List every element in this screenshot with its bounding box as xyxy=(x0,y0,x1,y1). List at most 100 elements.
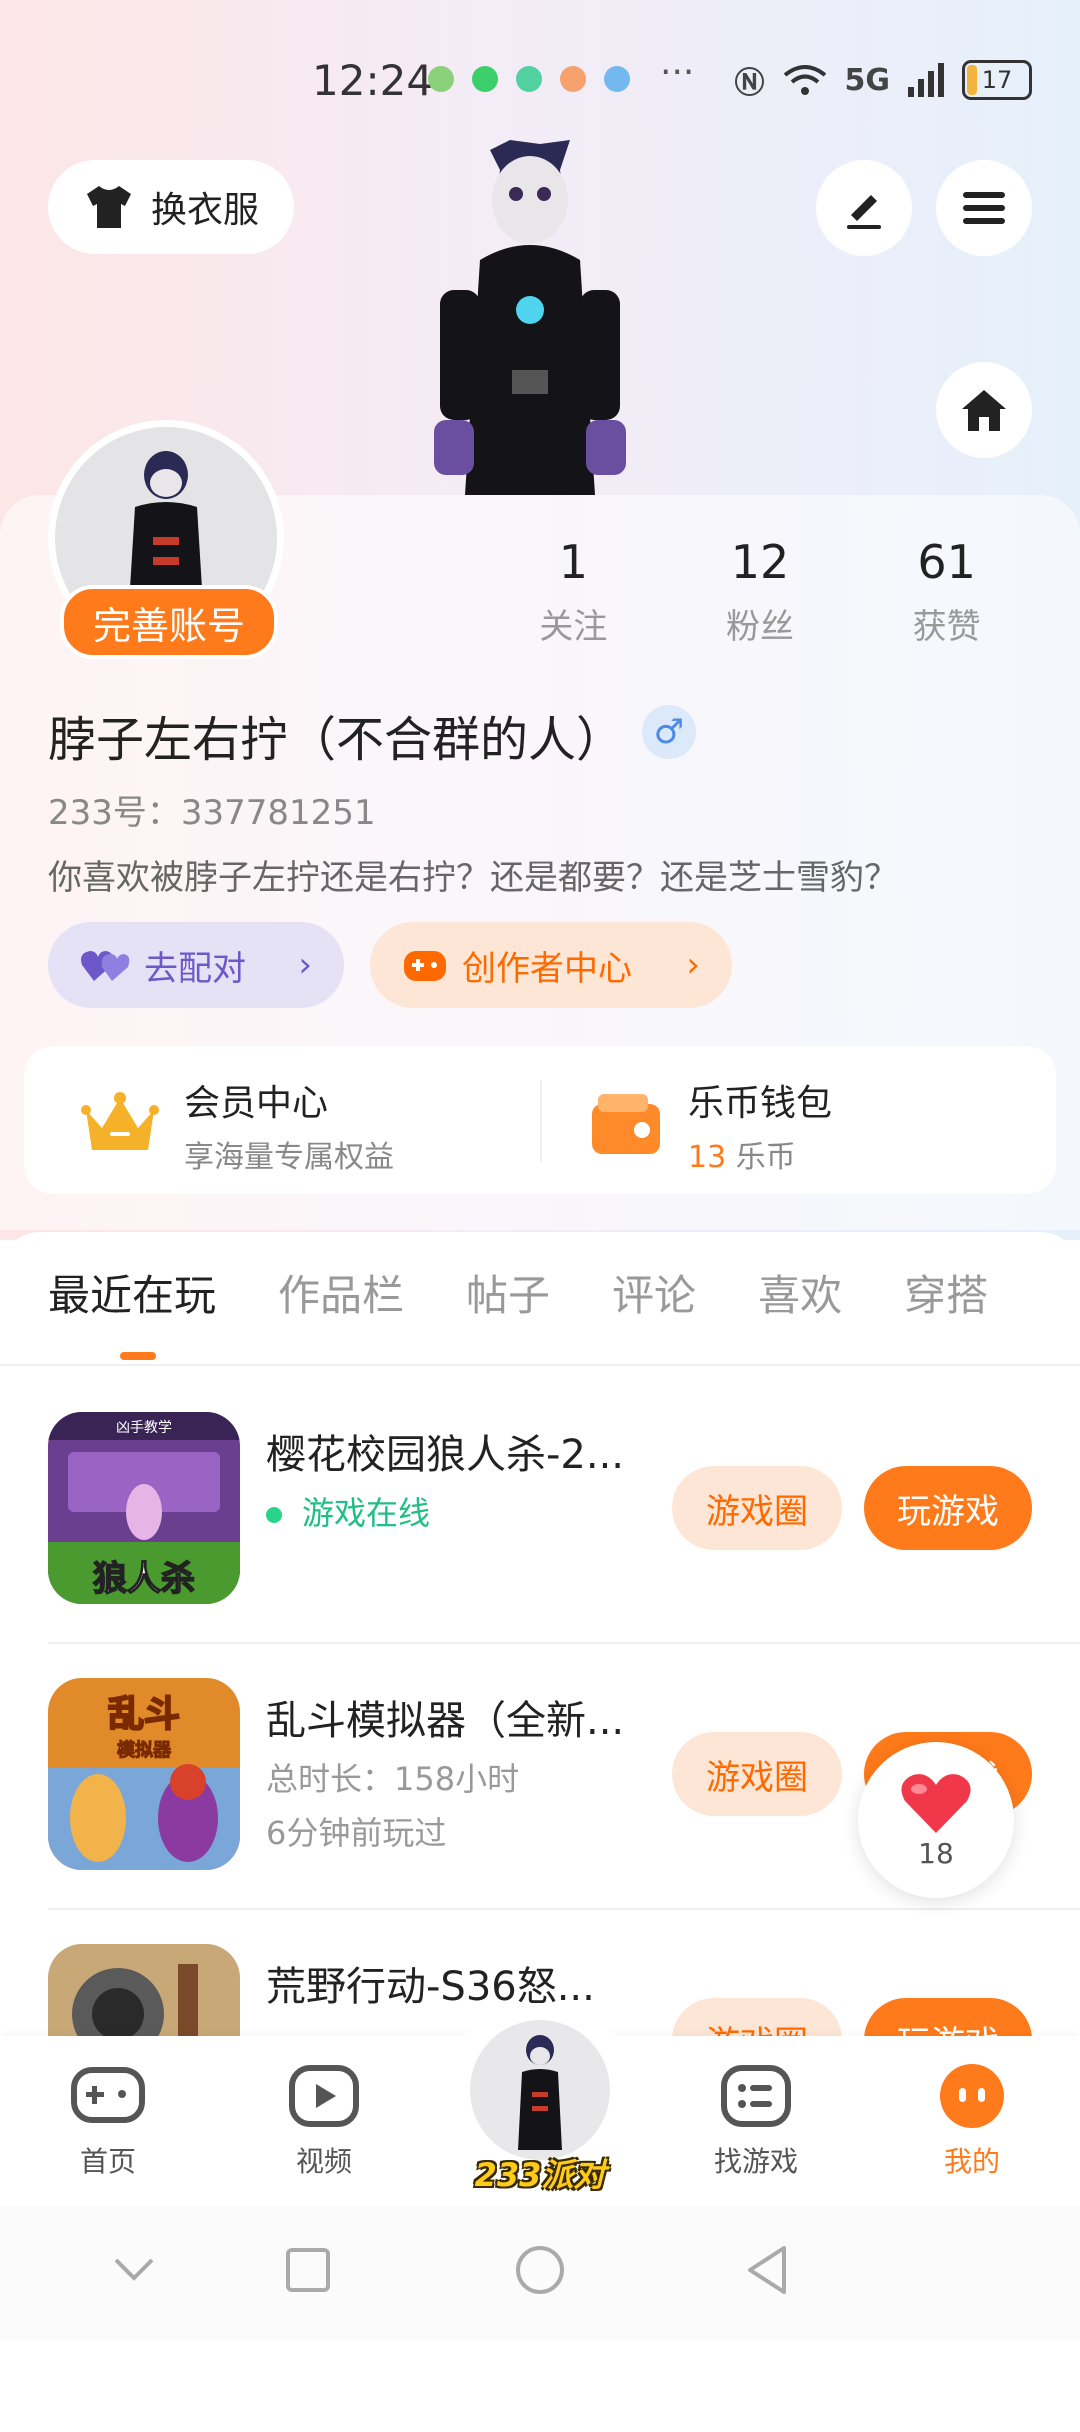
following-label: 关注 xyxy=(539,607,608,647)
wallet-entry[interactable]: 乐币钱包 13 乐币 xyxy=(588,1074,832,1176)
user-id: 233号：337781251 xyxy=(48,793,376,833)
thumb-header-text: 凶手教学 xyxy=(116,1420,172,1436)
game-thumbnail: 凶手教学 狼人杀 xyxy=(48,1412,240,1604)
male-gender-icon: ♂ xyxy=(642,705,696,759)
play-game-button[interactable]: 玩游戏 xyxy=(864,1466,1032,1550)
game-total-duration: 总时长：158小时 xyxy=(266,1760,520,1798)
nav-mine[interactable]: 我的 xyxy=(902,2064,1042,2180)
member-center-title: 会员中心 xyxy=(184,1083,329,1124)
change-outfit-button[interactable]: 换衣服 xyxy=(48,160,294,254)
creator-center-label: 创作者中心 xyxy=(462,948,632,989)
tab-recent-play[interactable]: 最近在玩 xyxy=(48,1262,216,1323)
battery-icon: 17 xyxy=(962,60,1032,100)
tab-works[interactable]: 作品栏 xyxy=(278,1262,404,1323)
likes-label: 获赞 xyxy=(912,607,981,647)
floating-like-button[interactable]: 18 xyxy=(858,1742,1014,1898)
pair-button[interactable]: 去配对 › xyxy=(48,922,344,1008)
active-tab-indicator xyxy=(120,1352,156,1360)
nav-mine-label: 我的 xyxy=(943,2145,1000,2178)
following-count: 1 xyxy=(558,535,588,589)
app-notification-icon xyxy=(428,66,454,92)
chevron-right-icon: › xyxy=(686,945,700,985)
likes-stat[interactable]: 61 获赞 xyxy=(853,535,1040,648)
nav-home[interactable]: 首页 xyxy=(38,2064,178,2180)
network-type: 5G xyxy=(844,62,891,98)
pencil-icon xyxy=(847,195,881,229)
nav-find-games-label: 找游戏 xyxy=(713,2145,798,2178)
chevron-down-icon[interactable] xyxy=(112,2256,156,2282)
menu-button[interactable] xyxy=(936,160,1032,256)
bottom-navigation: 首页 视频 233派对 找游戏 我的 xyxy=(0,2008,1080,2208)
edit-profile-button[interactable] xyxy=(816,160,912,256)
followers-stat[interactable]: 12 粉丝 xyxy=(667,535,854,648)
user-bio: 你喜欢被脖子左拧还是右拧？还是都要？还是芝士雪豹？ xyxy=(48,858,898,898)
gamepad-icon xyxy=(71,2067,145,2123)
profile-tabs: 最近在玩 作品栏 帖子 评论 喜欢 穿搭 xyxy=(48,1262,988,1323)
recents-square-icon[interactable] xyxy=(284,2246,332,2294)
nav-find-games[interactable]: 找游戏 xyxy=(686,2064,826,2180)
change-outfit-label: 换衣服 xyxy=(150,190,259,231)
party-avatar-image xyxy=(518,2035,562,2150)
game-last-played: 6分钟前玩过 xyxy=(266,1814,447,1852)
tab-likes[interactable]: 喜欢 xyxy=(758,1262,842,1323)
double-heart-icon xyxy=(81,951,130,981)
vip-wallet-card: 会员中心 享海量专属权益 乐币钱包 13 乐币 xyxy=(24,1046,1056,1194)
gamepad-plus-icon xyxy=(404,951,446,981)
following-stat[interactable]: 1 关注 xyxy=(480,535,667,648)
followers-count: 12 xyxy=(730,535,790,589)
crown-icon xyxy=(81,1092,159,1150)
tab-posts[interactable]: 帖子 xyxy=(466,1262,550,1323)
wallet-icon xyxy=(592,1094,660,1154)
list-icon xyxy=(721,2065,791,2127)
game-circle-button[interactable]: 游戏圈 xyxy=(672,1466,842,1550)
game-list-item[interactable]: 凶手教学 狼人杀 樱花校园狼人杀-2... 游戏在线 游戏圈 玩游戏 xyxy=(48,1412,1048,1604)
followers-label: 粉丝 xyxy=(726,607,794,647)
member-center-entry[interactable]: 会员中心 享海量专属权益 xyxy=(80,1074,394,1176)
home-button[interactable] xyxy=(936,362,1032,458)
nav-party-label: 233派对 xyxy=(474,2156,606,2194)
browser-icon xyxy=(604,66,630,92)
creator-center-button[interactable]: 创作者中心 › xyxy=(370,922,732,1008)
more-notifications-icon: ··· xyxy=(660,52,695,93)
back-triangle-icon[interactable] xyxy=(744,2244,792,2296)
likes-count: 61 xyxy=(917,535,976,589)
member-center-subtitle: 享海量专属权益 xyxy=(184,1140,394,1175)
nav-party-button[interactable] xyxy=(470,2020,610,2160)
divider xyxy=(0,1364,1080,1366)
wallet-unit: 乐币 xyxy=(735,1140,796,1175)
complete-account-button[interactable]: 完善账号 xyxy=(60,585,278,659)
status-bar: 12:24 ··· Ⓝ 5G 17 xyxy=(0,52,1080,112)
wifi-icon xyxy=(783,65,826,95)
game-name: 樱花校园狼人杀-2... xyxy=(266,1432,625,1478)
home-circle-icon[interactable] xyxy=(514,2244,566,2296)
house-icon xyxy=(962,390,1006,431)
profile-face-icon xyxy=(940,2064,1004,2128)
system-navigation-bar xyxy=(0,2206,1080,2340)
wallet-amount: 13 xyxy=(688,1140,727,1175)
heart-icon xyxy=(901,1773,971,1833)
tab-outfits[interactable]: 穿搭 xyxy=(904,1262,988,1323)
chevron-right-icon: › xyxy=(298,945,312,985)
avatar-3d-figure[interactable] xyxy=(420,140,640,495)
notification-icons xyxy=(428,66,630,92)
user-nickname: 脖子左右拧（不合群的人） xyxy=(48,712,625,768)
wallet-title: 乐币钱包 xyxy=(688,1083,833,1124)
nav-video[interactable]: 视频 xyxy=(254,2064,394,2180)
divider xyxy=(48,1642,1080,1644)
nfc-icon: Ⓝ xyxy=(734,66,765,101)
tab-comments[interactable]: 评论 xyxy=(612,1262,696,1323)
thumb-subtitle-text: 模拟器 xyxy=(117,1739,172,1761)
online-status-text: 游戏在线 xyxy=(302,1494,431,1532)
game-online-status: 游戏在线 xyxy=(266,1488,430,1534)
status-time: 12:24 xyxy=(312,56,434,105)
game-circle-button[interactable]: 游戏圈 xyxy=(672,1732,842,1816)
divider xyxy=(48,1908,1080,1910)
signal-icon xyxy=(908,63,944,97)
game-thumbnail: 乱斗 模拟器 xyxy=(48,1678,240,1870)
thumb-title-text: 狼人杀 xyxy=(93,1559,195,1599)
nav-home-label: 首页 xyxy=(79,2145,136,2178)
nav-video-label: 视频 xyxy=(295,2145,352,2178)
thumb-title-text: 乱斗 xyxy=(108,1694,180,1735)
like-count: 18 xyxy=(918,1836,954,1870)
divider xyxy=(540,1080,542,1162)
